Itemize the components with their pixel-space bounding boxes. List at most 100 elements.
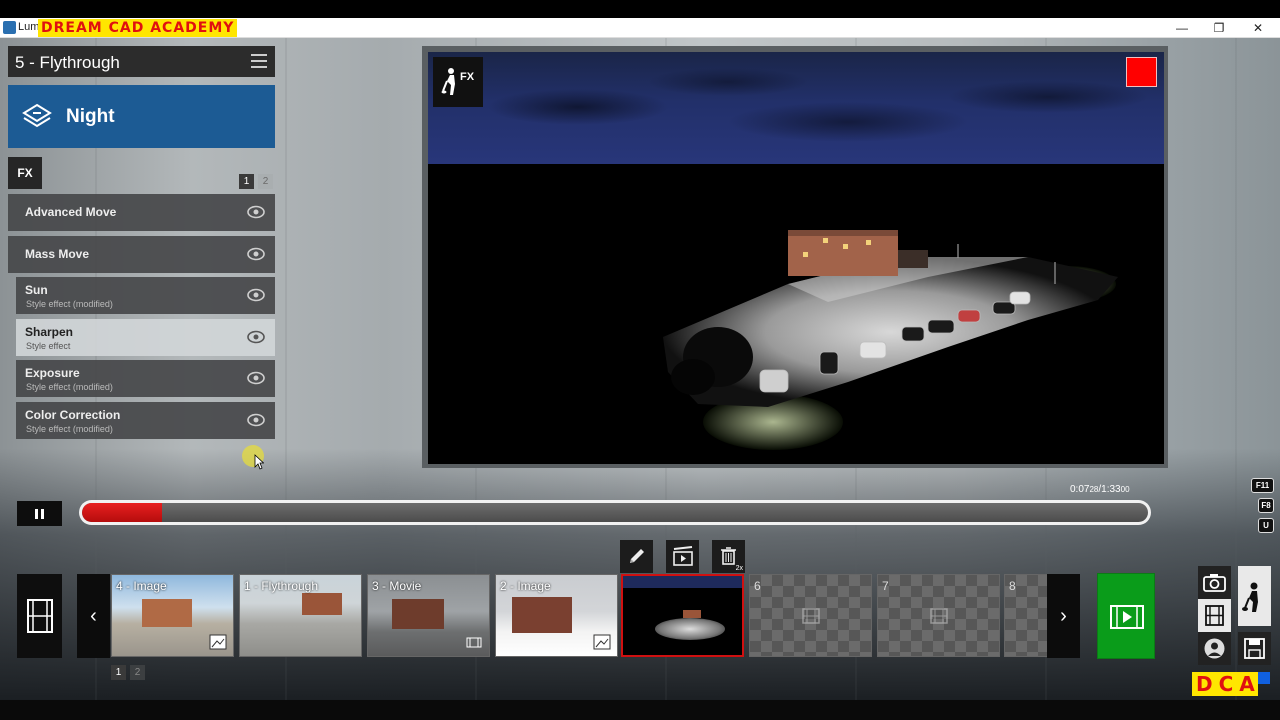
timecode: 0:0728/1:3300 — [1070, 484, 1130, 495]
shortcut-f8[interactable]: F8 — [1258, 498, 1274, 513]
edit-mode-button[interactable] — [1238, 566, 1271, 626]
movie-mode-tool-button[interactable] — [1198, 599, 1231, 632]
fx-page-1[interactable]: 1 — [239, 174, 254, 189]
render-viewport[interactable]: FX — [428, 52, 1164, 464]
worker-icon — [1242, 582, 1258, 612]
shortcut-f11[interactable]: F11 — [1251, 478, 1274, 493]
app-icon — [3, 21, 16, 34]
fx-item-label: Color Correction — [25, 408, 121, 422]
image-mode-button[interactable] — [1198, 566, 1231, 599]
time-total: 1:33 — [1101, 484, 1121, 495]
movie-clip-icon — [466, 637, 482, 648]
film-placeholder-icon — [930, 608, 948, 624]
eye-icon[interactable] — [247, 330, 265, 344]
panorama-mode-button[interactable] — [1198, 632, 1231, 665]
fx-item-label: Sharpen — [25, 325, 74, 339]
slot-label: 1 - Flythrough — [244, 579, 319, 593]
eye-icon[interactable] — [247, 413, 265, 427]
camera-icon — [1203, 574, 1226, 592]
fx-item-label: Mass Move — [25, 247, 90, 261]
filmstrip-slot-7-empty[interactable]: 7 — [877, 574, 1000, 657]
watermark-banner: DREAM CAD ACADEMY — [38, 19, 238, 37]
window-titlebar: Lumi DREAM CAD ACADEMY — ❐ ✕ — [0, 18, 1280, 38]
timeline-track — [82, 503, 1148, 522]
close-button[interactable]: ✕ — [1238, 18, 1278, 38]
pause-button[interactable] — [17, 501, 62, 526]
filmstrip-slot-1-flythrough[interactable]: 1 - Flythrough — [239, 574, 362, 657]
shortcut-u[interactable]: U — [1258, 518, 1274, 533]
save-button[interactable] — [1238, 632, 1271, 665]
time-total-frames: 00 — [1120, 485, 1130, 494]
slot-label: 4 - Image — [116, 579, 167, 593]
film-placeholder-icon — [802, 608, 820, 624]
image-icon — [209, 634, 227, 650]
style-tile-night[interactable]: Night — [8, 85, 275, 148]
fx-item-label: Sun — [25, 283, 48, 297]
timeline-progress — [82, 503, 162, 522]
image-icon — [593, 634, 611, 650]
fx-item-exposure[interactable]: Exposure Style effect (modified) — [16, 360, 275, 397]
panel-header: 5 - Flythrough — [8, 46, 275, 77]
slot-label: 6 — [754, 579, 761, 593]
filmstrip-slot-8-empty[interactable]: 8 — [1004, 574, 1048, 657]
film-icon — [1205, 605, 1224, 626]
slot-label: 3 - Movie — [372, 579, 422, 593]
fx-item-color-correction[interactable]: Color Correction Style effect (modified) — [16, 402, 275, 439]
page-title: 5 - Flythrough — [15, 53, 120, 72]
film-icon — [27, 599, 53, 633]
tab-fx[interactable]: FX — [8, 157, 42, 189]
fx-item-mass-move[interactable]: Mass Move — [8, 236, 275, 273]
eye-icon[interactable] — [247, 205, 265, 219]
top-black-band — [0, 0, 1280, 18]
dca-logo-dot — [1258, 672, 1270, 684]
filmstrip-prev-button[interactable]: ‹ — [77, 574, 110, 658]
save-disk-icon — [1244, 638, 1265, 659]
slot-label: 8 — [1009, 579, 1016, 593]
filmstrip-slot-6-empty[interactable]: 6 — [749, 574, 872, 657]
filmstrip-slot-3-movie[interactable]: 3 - Movie — [367, 574, 490, 657]
fx-item-label: Advanced Move — [25, 205, 117, 219]
render-movie-button[interactable] — [1097, 573, 1155, 659]
fx-item-advanced-move[interactable]: Advanced Move — [8, 194, 275, 231]
fx-page-2[interactable]: 2 — [258, 174, 273, 189]
panorama-icon — [1204, 638, 1225, 659]
fx-item-subtitle: Style effect (modified) — [26, 299, 113, 309]
bottom-black-band — [0, 700, 1280, 720]
fx-badge[interactable]: FX — [433, 57, 483, 107]
filmstrip-page-1[interactable]: 1 — [111, 665, 126, 680]
fx-item-sharpen[interactable]: Sharpen Style effect — [16, 319, 275, 356]
timeline-scrubber[interactable] — [79, 500, 1151, 525]
fx-item-label: Exposure — [25, 366, 80, 380]
render-film-icon — [1110, 605, 1144, 629]
slot-label: 7 — [882, 579, 889, 593]
night-scene-render — [663, 230, 1118, 450]
fx-badge-label: FX — [460, 71, 475, 83]
eye-icon[interactable] — [247, 288, 265, 302]
filmstrip-slot-current[interactable] — [621, 574, 744, 657]
worker-icon — [441, 68, 455, 95]
fx-item-sun[interactable]: Sun Style effect (modified) — [16, 277, 275, 314]
edit-clip-button[interactable] — [620, 540, 653, 573]
minimize-button[interactable]: — — [1162, 18, 1202, 38]
eye-icon[interactable] — [247, 247, 265, 261]
fx-item-subtitle: Style effect (modified) — [26, 382, 113, 392]
filmstrip-page-2[interactable]: 2 — [130, 665, 145, 680]
hamburger-menu-icon[interactable] — [251, 54, 267, 68]
style-layers-icon — [22, 103, 52, 128]
restore-button[interactable]: ❐ — [1199, 18, 1239, 38]
fx-item-subtitle: Style effect (modified) — [26, 424, 113, 434]
duplicate-badge: 2x — [735, 565, 743, 572]
style-name: Night — [66, 106, 115, 127]
record-indicator[interactable] — [1126, 57, 1157, 87]
clapperboard-play-icon — [673, 546, 693, 566]
fx-item-subtitle: Style effect — [26, 341, 71, 351]
filmstrip-slot-2-image[interactable]: 2 - Image — [495, 574, 618, 657]
eye-icon[interactable] — [247, 371, 265, 385]
mouse-pointer-icon — [254, 454, 264, 470]
delete-clip-button[interactable]: 2x — [712, 540, 745, 573]
filmstrip-slot-4-image[interactable]: 4 - Image — [111, 574, 234, 657]
preview-clip-button[interactable] — [666, 540, 699, 573]
filmstrip-next-button[interactable]: › — [1047, 574, 1080, 658]
pencil-icon — [630, 549, 644, 563]
movie-mode-button[interactable] — [17, 574, 62, 658]
